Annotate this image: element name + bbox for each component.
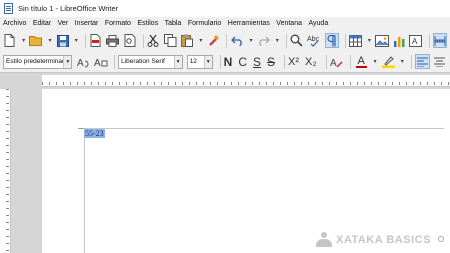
open-folder-icon[interactable]	[29, 33, 43, 48]
menu-formato[interactable]: Formato	[105, 20, 131, 27]
font-color-label: A	[357, 54, 365, 67]
print-preview-icon[interactable]	[123, 33, 137, 48]
insert-chart-icon[interactable]	[392, 33, 406, 48]
svg-text:A: A	[412, 37, 418, 46]
toolbar-separator	[411, 54, 413, 69]
toolbar-separator	[219, 54, 221, 69]
vertical-ruler[interactable]	[0, 89, 11, 253]
menu-bar: Archivo Editar Ver Insertar Formato Esti…	[0, 17, 450, 30]
watermark: XATAKA BASICS	[316, 232, 431, 248]
ruler-ticks	[6, 89, 9, 253]
underline-button[interactable]: S	[253, 55, 261, 69]
menu-editar[interactable]: Editar	[33, 20, 51, 27]
toolbar-separator	[325, 54, 327, 69]
svg-text:A: A	[330, 58, 337, 68]
paragraph-style-select[interactable]: Estilo predeterminado ▼	[3, 54, 73, 69]
svg-text:A: A	[77, 58, 84, 68]
menu-herramientas[interactable]: Herramientas	[228, 20, 270, 27]
copy-icon[interactable]	[163, 33, 177, 48]
insert-table-dropdown-icon[interactable]: ▾	[366, 33, 373, 48]
subscript-button[interactable]: X₂	[305, 56, 317, 68]
paste-icon[interactable]	[180, 33, 194, 48]
standard-toolbar: ▾ ▾ ▾ ▾ ▾ ▾ Abc ▾ A	[0, 30, 450, 51]
insert-image-icon[interactable]	[375, 33, 390, 48]
clear-formatting-icon[interactable]: A	[330, 54, 344, 69]
document-workspace: 55-23 XATAKA BASICS	[0, 73, 450, 253]
chevron-down-icon[interactable]: ▼	[63, 55, 72, 68]
menu-insertar[interactable]: Insertar	[75, 20, 99, 27]
export-pdf-icon[interactable]	[89, 33, 103, 48]
title-bar: Sin título 1 - LibreOffice Writer	[0, 0, 450, 17]
open-dropdown-icon[interactable]: ▾	[46, 33, 53, 48]
toolbar-separator	[284, 54, 285, 69]
document-page[interactable]: 55-23	[42, 89, 450, 253]
formatting-toolbar: Estilo predeterminado ▼ A A Liberation S…	[0, 51, 450, 73]
toolbar-separator	[114, 54, 116, 69]
spelling-icon[interactable]: Abc	[307, 33, 322, 48]
strikethrough-button[interactable]: S	[267, 55, 275, 69]
chevron-down-icon[interactable]: ▼	[173, 55, 182, 68]
undo-dropdown-icon[interactable]: ▾	[247, 33, 254, 48]
toolbar-separator	[428, 33, 430, 48]
menu-ver[interactable]: Ver	[58, 20, 69, 27]
horizontal-ruler[interactable]	[42, 75, 450, 87]
highlight-color-icon[interactable]	[381, 54, 395, 69]
svg-text:A: A	[94, 58, 101, 68]
new-document-dropdown-icon[interactable]: ▾	[20, 33, 27, 48]
cut-icon[interactable]	[147, 33, 161, 48]
insert-textbox-icon[interactable]: A	[409, 33, 423, 48]
update-style-icon[interactable]: A	[76, 54, 90, 69]
redo-icon[interactable]	[257, 33, 271, 48]
scroll-indicator[interactable]	[438, 236, 444, 242]
insert-table-icon[interactable]	[349, 33, 363, 48]
font-color-swatch	[355, 65, 367, 68]
redo-dropdown-icon[interactable]: ▾	[274, 33, 281, 48]
window-title: Sin título 1 - LibreOffice Writer	[18, 4, 119, 13]
font-color-button[interactable]: A	[354, 54, 368, 69]
italic-button[interactable]: C	[238, 55, 247, 69]
menu-archivo[interactable]: Archivo	[3, 20, 26, 27]
align-left-icon[interactable]	[415, 54, 430, 69]
toolbar-separator	[286, 33, 287, 48]
menu-ayuda[interactable]: Ayuda	[308, 20, 328, 27]
save-icon[interactable]	[56, 33, 70, 48]
page-break-icon[interactable]	[432, 33, 447, 48]
bold-button[interactable]: N	[224, 55, 233, 69]
toolbar-separator	[85, 33, 86, 48]
ruler-ticks	[42, 82, 450, 85]
superscript-button[interactable]: X²	[288, 56, 299, 68]
watermark-text: XATAKA BASICS	[336, 234, 431, 246]
undo-icon[interactable]	[230, 33, 244, 48]
menu-ventana[interactable]: Ventana	[276, 20, 302, 27]
xataka-logo-icon	[316, 232, 332, 248]
formatting-marks-icon[interactable]	[324, 33, 339, 48]
clone-format-icon[interactable]	[207, 33, 221, 48]
toolbar-separator	[226, 33, 228, 48]
save-dropdown-icon[interactable]: ▾	[73, 33, 80, 48]
selected-text[interactable]: 55-23	[84, 129, 105, 138]
paragraph-style-value: Estilo predeterminado	[6, 58, 70, 65]
new-style-icon[interactable]: A	[94, 54, 108, 69]
highlight-dropdown-icon[interactable]: ▾	[398, 54, 406, 69]
paste-dropdown-icon[interactable]: ▾	[197, 33, 204, 48]
toolbar-separator	[142, 33, 144, 48]
chevron-down-icon[interactable]: ▼	[203, 55, 212, 68]
font-size-select[interactable]: 12 ▼	[186, 54, 213, 69]
menu-tabla[interactable]: Tabla	[165, 20, 182, 27]
find-replace-icon[interactable]	[290, 33, 304, 48]
menu-formulario[interactable]: Formulario	[188, 20, 221, 27]
font-size-value: 12	[189, 58, 197, 65]
menu-estilos[interactable]: Estilos	[137, 20, 158, 27]
new-document-icon[interactable]	[3, 33, 17, 48]
print-icon[interactable]	[106, 33, 120, 48]
writer-app-icon	[4, 3, 13, 14]
font-name-value: Liberation Serif	[121, 58, 165, 65]
font-color-dropdown-icon[interactable]: ▾	[371, 54, 379, 69]
toolbar-separator	[349, 54, 351, 69]
toolbar-separator	[344, 33, 346, 48]
align-center-icon[interactable]	[433, 54, 447, 69]
font-name-select[interactable]: Liberation Serif ▼	[118, 54, 183, 69]
